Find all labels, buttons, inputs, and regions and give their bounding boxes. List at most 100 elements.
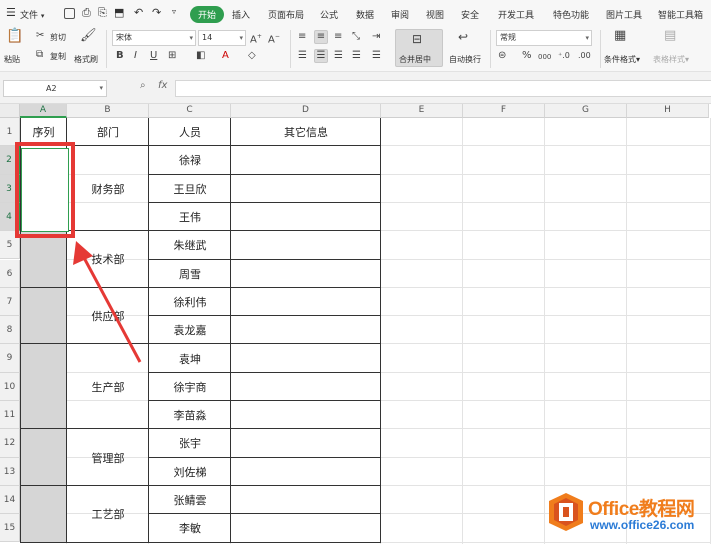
tab-view[interactable]: 视图 (426, 8, 444, 21)
table-header-b[interactable]: 部门 (67, 118, 149, 146)
column-header-d[interactable]: D (231, 104, 381, 118)
table-header-c[interactable]: 人员 (149, 118, 231, 146)
decrease-font-icon[interactable]: A− (268, 31, 280, 46)
fill-color-icon[interactable]: ◧ (196, 50, 205, 62)
justify-icon[interactable]: ☰ (352, 50, 361, 62)
align-right-icon[interactable]: ☰ (334, 50, 343, 62)
column-header-c[interactable]: C (149, 104, 231, 118)
row-header-7[interactable]: 7 (0, 287, 20, 317)
paste-icon[interactable]: 📋 (6, 29, 23, 43)
italic-button[interactable]: I (134, 50, 137, 62)
person-cell[interactable]: 周雪 (149, 260, 231, 288)
print-icon[interactable]: ⎙ (82, 6, 91, 20)
column-header-e[interactable]: E (381, 104, 463, 118)
merged-cell-a-14[interactable] (20, 485, 67, 543)
merged-cell-a-12[interactable] (20, 429, 67, 486)
row-header-8[interactable]: 8 (0, 316, 20, 345)
person-cell[interactable]: 刘佐梯 (149, 458, 231, 486)
tab-smart-toolbox[interactable]: 智能工具箱 (658, 8, 703, 21)
distributed-icon[interactable]: ☰ (372, 50, 381, 62)
name-box[interactable]: A2 ▾ (3, 80, 107, 97)
file-menu[interactable]: 文件 ▾ (20, 8, 44, 21)
tab-formulas[interactable]: 公式 (320, 8, 338, 21)
table-header-d[interactable]: 其它信息 (231, 118, 381, 146)
tab-review[interactable]: 审阅 (391, 8, 409, 21)
department-cell[interactable]: 管理部 (67, 429, 149, 486)
tab-page-layout[interactable]: 页面布局 (268, 8, 304, 21)
redo-icon[interactable]: ↷ (152, 6, 161, 19)
tab-developer[interactable]: 开发工具 (498, 8, 534, 21)
row-header-12[interactable]: 12 (0, 429, 20, 458)
print-preview-icon[interactable]: ⎘ (98, 6, 107, 20)
column-header-f[interactable]: F (463, 104, 545, 118)
fx-button[interactable]: fx (158, 80, 167, 91)
align-center-icon[interactable]: ☰ (314, 49, 328, 63)
person-cell[interactable]: 李苗淼 (149, 401, 231, 429)
orientation-icon[interactable]: ⤡ (352, 31, 360, 43)
person-cell[interactable]: 袁龙嘉 (149, 316, 231, 344)
person-cell[interactable]: 袁坤 (149, 344, 231, 372)
increase-font-icon[interactable]: A+ (250, 31, 262, 46)
magnifier-icon[interactable]: ⌕ (140, 80, 146, 91)
person-cell[interactable]: 张宇 (149, 429, 231, 457)
row-header-15[interactable]: 15 (0, 514, 20, 543)
save-icon[interactable] (64, 8, 75, 19)
department-cell[interactable]: 供应部 (67, 288, 149, 345)
align-top-icon[interactable]: ≡ (298, 31, 306, 43)
thousands-button[interactable]: 000 (538, 51, 551, 63)
column-header-h[interactable]: H (627, 104, 709, 118)
tab-picture-tools[interactable]: 图片工具 (606, 8, 642, 21)
tab-start[interactable]: 开始 (190, 6, 225, 23)
row-header-9[interactable]: 9 (0, 344, 20, 373)
person-cell[interactable]: 张鲭雲 (149, 486, 231, 514)
conditional-format-button[interactable]: 条件格式▾ (604, 54, 640, 65)
person-cell[interactable]: 徐禄 (149, 146, 231, 174)
increase-decimal-icon[interactable]: ⁺.0 (558, 50, 570, 62)
wrap-text-icon[interactable]: ↩ (458, 31, 468, 43)
table-style-button[interactable]: 表格样式▾ (653, 54, 689, 65)
person-cell[interactable]: 朱继武 (149, 231, 231, 259)
underline-button[interactable]: U (150, 50, 157, 62)
align-bottom-icon[interactable]: ≡ (334, 31, 342, 43)
align-middle-icon[interactable]: ≡ (314, 30, 328, 44)
tab-special-features[interactable]: 特色功能 (553, 8, 589, 21)
select-all-corner[interactable] (0, 104, 20, 118)
column-header-g[interactable]: G (545, 104, 627, 118)
person-cell[interactable]: 徐宇商 (149, 373, 231, 401)
table-style-icon[interactable]: ▤ (664, 29, 676, 42)
decrease-decimal-icon[interactable]: .00 (578, 50, 591, 62)
font-name-select[interactable]: 宋体 ▾ (112, 30, 196, 46)
row-header-14[interactable]: 14 (0, 485, 20, 515)
bold-button[interactable]: B (116, 50, 124, 62)
number-format-select[interactable]: 常规 ▾ (496, 30, 592, 46)
borders-icon[interactable]: ⊞ (168, 50, 176, 62)
person-cell[interactable]: 王伟 (149, 203, 231, 231)
cut-button[interactable]: 剪切 (50, 32, 66, 43)
format-painter-icon[interactable]: 🖌 (80, 29, 97, 42)
paste-button[interactable]: 粘贴 (4, 54, 20, 65)
row-header-11[interactable]: 11 (0, 401, 20, 430)
department-cell[interactable]: 技术部 (67, 231, 149, 288)
align-left-icon[interactable]: ☰ (298, 50, 307, 62)
person-cell[interactable]: 王旦欣 (149, 175, 231, 203)
column-header-a[interactable]: A (20, 104, 67, 118)
row-header-6[interactable]: 6 (0, 259, 20, 288)
percent-button[interactable]: % (522, 50, 532, 62)
quick-access-dropdown-icon[interactable]: ▿ (172, 7, 176, 16)
conditional-format-icon[interactable]: ▦ (614, 29, 626, 42)
undo-icon[interactable]: ↶ (134, 6, 143, 19)
person-cell[interactable]: 李敏 (149, 514, 231, 542)
row-header-10[interactable]: 10 (0, 372, 20, 401)
export-icon[interactable]: ⬒ (114, 6, 124, 19)
merged-cell-a-9[interactable] (20, 344, 67, 430)
column-header-b[interactable]: B (67, 104, 149, 118)
font-color-icon[interactable]: A (222, 50, 229, 62)
merge-center-button[interactable]: ⊟ 合并居中 (395, 29, 443, 67)
department-cell[interactable]: 工艺部 (67, 486, 149, 543)
wrap-text-button[interactable]: 自动换行 (449, 54, 481, 65)
tab-insert[interactable]: 插入 (232, 8, 250, 21)
copy-button[interactable]: 复制 (50, 51, 66, 62)
tab-security[interactable]: 安全 (461, 8, 479, 21)
font-size-select[interactable]: 14 ▾ (198, 30, 246, 46)
department-cell[interactable]: 财务部 (67, 146, 149, 231)
